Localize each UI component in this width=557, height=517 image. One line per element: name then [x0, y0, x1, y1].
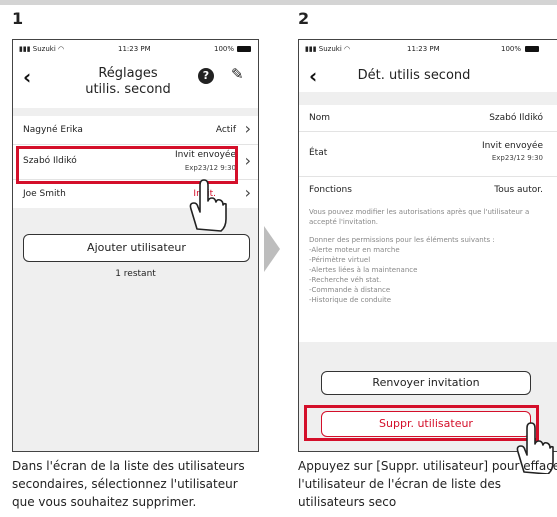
permission-item: -Historique de conduite	[309, 296, 392, 304]
user-status: Actif	[215, 125, 236, 135]
carrier-label: ▮▮▮ Suzuki ◠	[19, 45, 65, 53]
top-divider-bar	[0, 0, 557, 5]
status-bar: ▮▮▮ Suzuki ◠ 11:23 PM 100%	[13, 40, 258, 58]
tap-hand-icon	[189, 179, 227, 232]
detail-row-state: État Invit envoyée Exp23/12 9:30	[299, 132, 557, 176]
phone-screen-1: ▮▮▮ Suzuki ◠ 11:23 PM 100% ‹ Réglages ut…	[12, 39, 259, 452]
back-chevron-icon[interactable]: ‹	[309, 66, 317, 86]
step2-caption: Appuyez sur [Suppr. utilisateur] pour ef…	[298, 459, 557, 509]
functions-panel: Fonctions Tous autor. Vous pouvez modifi…	[299, 177, 557, 342]
next-step-arrow-icon	[264, 226, 280, 272]
status-time: 11:23 PM	[407, 45, 440, 53]
user-name: Joe Smith	[23, 189, 66, 199]
step-number-2: 2	[298, 9, 310, 28]
field-label: Fonctions	[309, 185, 352, 195]
battery-percent: 100%	[213, 45, 234, 53]
page-title: Dét. utilis second	[357, 68, 471, 83]
field-value: Invit envoyée	[481, 141, 543, 151]
step1-caption: Dans l'écran de la liste des utilisateur…	[12, 459, 245, 509]
status-time: 11:23 PM	[118, 45, 151, 53]
carrier-label: ▮▮▮ Suzuki ◠	[305, 45, 351, 53]
permissions-info-text: Vous pouvez modifier les autorisations a…	[309, 208, 530, 226]
battery-percent: 100%	[500, 45, 521, 53]
field-label: Nom	[309, 113, 331, 123]
permissions-intro: Donner des permissions pour les éléments…	[309, 236, 495, 244]
detail-row-name: Nom Szabó Ildikó	[299, 105, 557, 131]
battery-icon	[237, 46, 251, 52]
delete-highlight	[304, 405, 539, 441]
step-number-1: 1	[12, 9, 24, 28]
chevron-right-icon: ›	[244, 183, 251, 202]
user-row[interactable]: Nagyné Erika Actif ›	[13, 116, 258, 144]
edit-pencil-icon[interactable]: ✎	[231, 65, 244, 83]
user-name: Nagyné Erika	[23, 125, 83, 135]
add-user-button[interactable]: Ajouter utilisateur	[23, 234, 250, 262]
nav-bar: ‹ Réglages utilis. second ? ✎	[13, 58, 258, 108]
phone-screen-2: ▮▮▮ Suzuki ◠ 11:23 PM 100% ‹ Dét. utilis…	[298, 39, 557, 452]
resend-invitation-button[interactable]: Renvoyer invitation	[321, 371, 531, 395]
battery-icon	[525, 46, 539, 52]
help-icon[interactable]: ?	[198, 68, 214, 84]
field-value: Tous autor.	[494, 185, 543, 195]
back-chevron-icon[interactable]: ‹	[23, 67, 31, 87]
page-title-line2: utilis. second	[85, 82, 171, 97]
chevron-right-icon: ›	[244, 151, 251, 170]
field-value: Szabó Ildikó	[489, 113, 543, 123]
chevron-right-icon: ›	[244, 119, 251, 138]
permission-item: -Commande à distance	[309, 286, 391, 294]
field-label: État	[309, 148, 328, 158]
field-expiry: Exp23/12 9:30	[491, 154, 543, 162]
page-title: Réglages utilis. second	[68, 66, 188, 98]
remaining-count: 1 restant	[115, 269, 156, 279]
permission-item: -Alertes liées à la maintenance	[309, 266, 418, 274]
status-bar: ▮▮▮ Suzuki ◠ 11:23 PM 100%	[299, 40, 557, 58]
permission-item: -Périmètre virtuel	[309, 256, 371, 264]
permission-item: -Recherche véh stat.	[309, 276, 382, 284]
permissions-list: Donner des permissions pour les éléments…	[309, 235, 541, 305]
permission-item: -Alerte moteur en marche	[309, 246, 400, 254]
page-title-line1: Réglages	[98, 66, 158, 81]
